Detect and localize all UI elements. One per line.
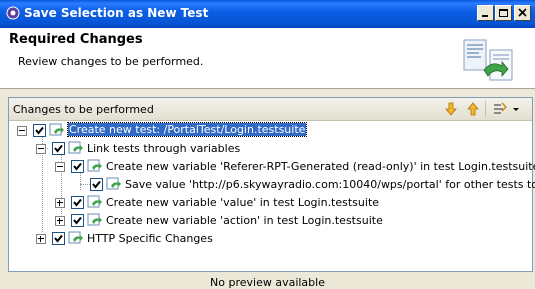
change-node-icon	[87, 195, 102, 208]
expand-toggle[interactable]	[36, 234, 46, 244]
checkmark-icon	[92, 180, 101, 189]
tree-row[interactable]: Link tests through variables	[9, 140, 532, 158]
tree-item-label: Create new variable 'value' in test Logi…	[106, 196, 380, 209]
tree-item-label: Create new variable 'action' in test Log…	[106, 214, 383, 227]
tree-row[interactable]: Create new variable 'action' in test Log…	[9, 212, 532, 230]
change-node-icon	[49, 123, 64, 136]
wizard-banner-icon	[463, 39, 513, 81]
checkbox[interactable]	[71, 196, 84, 209]
tree-item-label: Create new variable 'Referer-RPT-Generat…	[106, 160, 535, 173]
checkbox[interactable]	[71, 214, 84, 227]
checkmark-icon	[35, 126, 44, 135]
tree-item-label: Save value 'http://p6.skywayradio.com:10…	[125, 178, 535, 191]
tree-row[interactable]: Save value 'http://p6.skywayradio.com:10…	[9, 176, 535, 194]
filter-icon[interactable]	[492, 101, 508, 117]
expand-toggle[interactable]	[55, 216, 65, 226]
checkmark-icon	[73, 162, 82, 171]
tree-row[interactable]: Create new variable 'Referer-RPT-Generat…	[9, 158, 535, 176]
panel-title: Changes to be performed	[13, 103, 154, 116]
change-node-icon	[87, 159, 102, 172]
tree-row[interactable]: Create new test: /PortalTest/Login.tests…	[9, 122, 532, 140]
checkmark-icon	[54, 144, 63, 153]
tree-connector	[80, 184, 90, 185]
wizard-header: Required Changes Review changes to be pe…	[0, 28, 535, 89]
change-node-icon	[87, 213, 102, 226]
preview-message: No preview available	[210, 276, 325, 289]
title-bar: Save Selection as New Test	[0, 0, 535, 28]
change-node-icon	[106, 177, 121, 190]
minimize-icon	[482, 15, 488, 17]
minimize-button[interactable]	[477, 5, 494, 21]
checkmark-icon	[73, 198, 82, 207]
change-node-icon	[68, 231, 83, 244]
tree-item-label: Link tests through variables	[87, 142, 241, 155]
checkmark-icon	[73, 216, 82, 225]
tree-item-label: Create new test: /PortalTest/Login.tests…	[66, 122, 308, 137]
checkbox[interactable]	[33, 124, 46, 137]
next-change-button[interactable]	[443, 101, 459, 117]
collapse-toggle[interactable]	[36, 144, 46, 154]
close-button[interactable]	[514, 5, 531, 21]
checkbox[interactable]	[52, 142, 65, 155]
changes-tree: Create new test: /PortalTest/Login.tests…	[9, 122, 535, 264]
checkbox[interactable]	[71, 160, 84, 173]
maximize-icon	[499, 9, 508, 17]
collapse-toggle[interactable]	[55, 162, 65, 172]
app-icon	[6, 6, 20, 20]
change-node-icon	[68, 141, 83, 154]
changes-panel: Changes to be performed Create new test:…	[8, 97, 535, 272]
maximize-button[interactable]	[495, 5, 512, 21]
collapse-toggle[interactable]	[17, 126, 27, 136]
close-icon	[518, 8, 527, 17]
page-heading: Required Changes	[9, 32, 143, 47]
previous-change-button[interactable]	[465, 101, 481, 117]
tree-row[interactable]: HTTP Specific Changes	[9, 230, 532, 248]
view-menu-chevron-down-icon[interactable]	[511, 101, 521, 117]
toolbar-separator	[485, 101, 486, 117]
tree-item-label: HTTP Specific Changes	[87, 232, 213, 245]
checkbox[interactable]	[52, 232, 65, 245]
expand-toggle[interactable]	[55, 198, 65, 208]
panel-header: Changes to be performed	[9, 98, 532, 121]
checkbox[interactable]	[90, 178, 103, 191]
checkmark-icon	[54, 234, 63, 243]
tree-row[interactable]: Create new variable 'value' in test Logi…	[9, 194, 532, 212]
page-description: Review changes to be performed.	[18, 55, 204, 68]
window-title: Save Selection as New Test	[24, 6, 209, 20]
